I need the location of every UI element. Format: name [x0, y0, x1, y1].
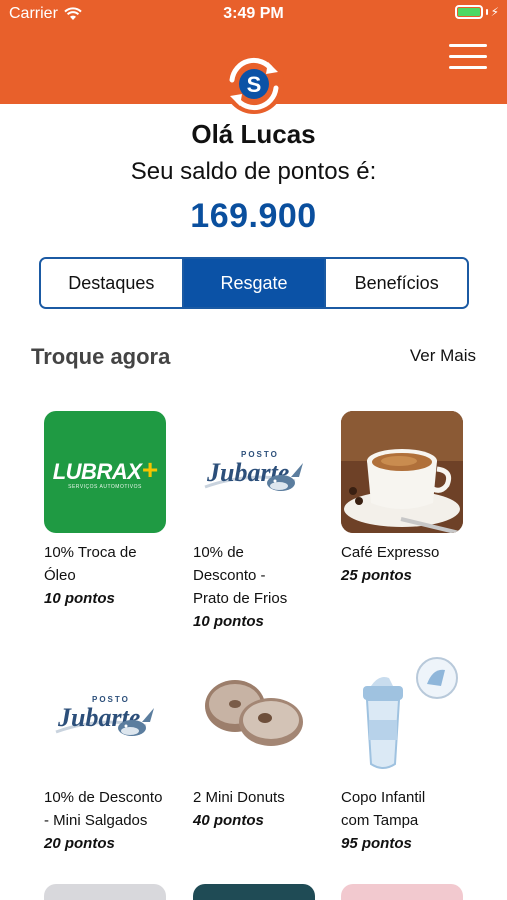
sippy-cup-image [341, 656, 463, 778]
status-time: 3:49 PM [223, 5, 284, 22]
see-more-link[interactable]: Ver Mais [410, 346, 476, 366]
battery-icon [454, 5, 483, 19]
tab-destaques[interactable]: Destaques [41, 259, 182, 307]
app-logo: S [224, 54, 284, 114]
product-card[interactable]: POSTO Jubarte 10% de Desconto - Prato de… [193, 411, 323, 630]
balance-value: 169.900 [190, 197, 317, 235]
product-name: 2 Mini Donuts [193, 789, 285, 806]
menu-button[interactable] [449, 44, 487, 70]
whale-icon: POSTO Jubarte [204, 450, 303, 491]
lubrax-logo: LUBRAX+ SERVIÇOS AUTOMOTIVOS [44, 411, 166, 533]
product-thumbnail-partial[interactable] [193, 884, 315, 900]
product-card[interactable]: POSTO Jubarte 10% de Desconto - Mini Sal… [44, 656, 174, 852]
product-points: 25 pontos [341, 567, 412, 584]
donuts-image [193, 656, 315, 778]
jubarte-logo: POSTO Jubarte [193, 411, 315, 533]
segmented-tabs: Destaques Resgate Benefícios [39, 257, 469, 309]
product-points: 95 pontos [341, 835, 412, 852]
greeting-text: Olá Lucas [191, 119, 316, 149]
tab-resgate[interactable]: Resgate [181, 259, 325, 307]
charging-icon: ⚡ [490, 5, 499, 19]
logo-letter: S [247, 72, 262, 97]
product-points: 10 pontos [193, 613, 264, 630]
coffee-cup-image [341, 411, 463, 533]
product-name: 10% Troca de Óleo [44, 544, 137, 584]
app-header: Carrier 3:49 PM ⚡ S [0, 0, 507, 114]
battery-indicator: ⚡ [454, 5, 499, 19]
product-card[interactable]: Copo Infantil com Tampa 95 pontos [341, 656, 471, 852]
product-name: 10% de Desconto - Prato de Frios [193, 544, 288, 607]
product-card[interactable]: LUBRAX+ SERVIÇOS AUTOMOTIVOS 10% Troca d… [44, 411, 174, 607]
product-name: Copo Infantil com Tampa [341, 789, 426, 829]
lubrax-logo-subtext: SERVIÇOS AUTOMOTIVOS [68, 484, 142, 490]
section-title: Troque agora [31, 344, 171, 369]
product-thumbnail-partial[interactable] [341, 884, 463, 900]
jubarte-logo: POSTO Jubarte [44, 656, 166, 778]
balance-label: Seu saldo de pontos é: [130, 158, 377, 185]
tab-beneficios[interactable]: Benefícios [324, 259, 467, 307]
product-name: Café Expresso [341, 544, 440, 561]
lubrax-logo-text: LUBRAX+ [52, 454, 158, 485]
product-card[interactable]: 2 Mini Donuts 40 pontos [193, 656, 323, 829]
product-card[interactable]: Café Expresso 25 pontos [341, 411, 471, 584]
product-points: 20 pontos [44, 835, 115, 852]
product-thumbnail-partial[interactable] [44, 884, 166, 900]
status-bar: Carrier 3:49 PM ⚡ [0, 0, 507, 28]
whale-icon: POSTO Jubarte [55, 695, 154, 736]
product-points: 40 pontos [193, 812, 264, 829]
product-name: 10% de Desconto - Mini Salgados [44, 789, 163, 829]
product-points: 10 pontos [44, 590, 115, 607]
